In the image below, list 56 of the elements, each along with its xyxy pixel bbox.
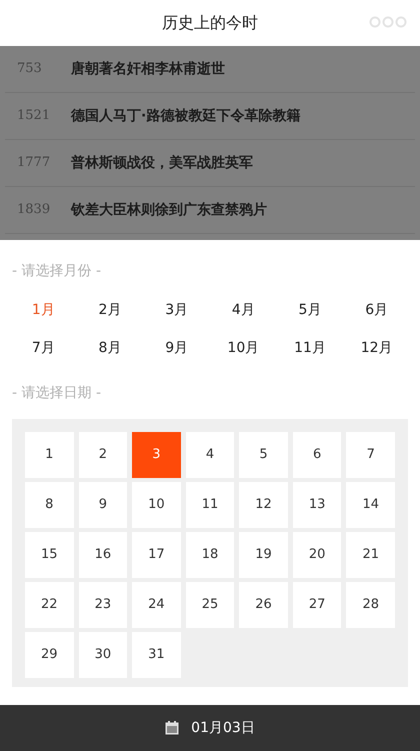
day-cell[interactable]: 13	[292, 482, 342, 528]
event-title[interactable]: 德国人马丁·路德被教廷下令革除教籍	[71, 106, 300, 126]
day-cell[interactable]: 14	[346, 482, 395, 528]
day-cell[interactable]: 30	[78, 632, 128, 678]
section-label: - 请选择月份 -	[12, 263, 102, 279]
month-option[interactable]: 2月	[76, 300, 144, 320]
event-year: 1839	[16, 201, 52, 220]
day-cell[interactable]: 4	[186, 432, 234, 478]
day-cell[interactable]: 11	[186, 482, 234, 528]
day-cell[interactable]: 1	[25, 432, 74, 478]
month-option[interactable]: 11月	[276, 338, 344, 358]
selected-date: 01月03日	[191, 718, 255, 738]
month-option[interactable]: 12月	[343, 338, 410, 358]
day-cell[interactable]: 8	[25, 482, 74, 528]
day-cell[interactable]: 26	[239, 582, 288, 628]
day-cell[interactable]: 28	[346, 582, 395, 628]
day-cell[interactable]: 31	[132, 632, 181, 678]
month-option[interactable]: 3月	[143, 300, 210, 320]
month-option[interactable]: 6月	[343, 300, 410, 320]
day-cell[interactable]: 25	[186, 582, 234, 628]
day-cell[interactable]: 9	[78, 482, 128, 528]
day-cell[interactable]: 24	[132, 582, 181, 628]
month-option[interactable]: 1月	[10, 300, 77, 320]
month-option[interactable]: 5月	[276, 300, 344, 320]
calendar-icon	[165, 721, 180, 735]
day-cell[interactable]: 29	[25, 632, 74, 678]
day-cell[interactable]: 10	[132, 482, 181, 528]
day-cell[interactable]: 17	[132, 532, 181, 578]
month-option[interactable]: 8月	[76, 338, 144, 358]
event-year: 1521	[16, 107, 52, 126]
day-cell[interactable]: 5	[239, 432, 288, 478]
month-option[interactable]: 10月	[210, 338, 277, 358]
day-cell[interactable]: 15	[25, 532, 74, 578]
page-title: 历史上的今时	[162, 12, 258, 34]
day-cell[interactable]: 7	[346, 432, 395, 478]
day-cell[interactable]: 19	[239, 532, 288, 578]
day-cell[interactable]: 20	[292, 532, 342, 578]
day-cell[interactable]: 23	[78, 582, 128, 628]
day-cell[interactable]: 6	[292, 432, 342, 478]
month-option[interactable]: 7月	[10, 338, 77, 358]
day-cell[interactable]: 22	[25, 582, 74, 628]
day-cell[interactable]: 16	[78, 532, 128, 578]
month-option[interactable]: 4月	[210, 300, 277, 320]
day-cell[interactable]: 12	[239, 482, 288, 528]
event-title[interactable]: 唐朝著名奸相李林甫逝世	[71, 58, 225, 80]
event-year: 753	[16, 60, 43, 78]
day-cell[interactable]: 21	[346, 532, 395, 578]
month-option[interactable]: 9月	[143, 338, 210, 358]
day-cell[interactable]: 27	[292, 582, 342, 628]
more-icon[interactable]	[369, 16, 407, 28]
event-title[interactable]: 普林斯顿战役，美军战胜英军	[71, 152, 253, 174]
event-title[interactable]: 钦差大臣林则徐到广东查禁鸦片	[71, 200, 267, 220]
section-label: - 请选择日期 -	[12, 385, 102, 401]
event-year: 1777	[16, 154, 52, 172]
day-cell[interactable]: 2	[78, 432, 128, 478]
day-cell[interactable]: 18	[186, 532, 234, 578]
